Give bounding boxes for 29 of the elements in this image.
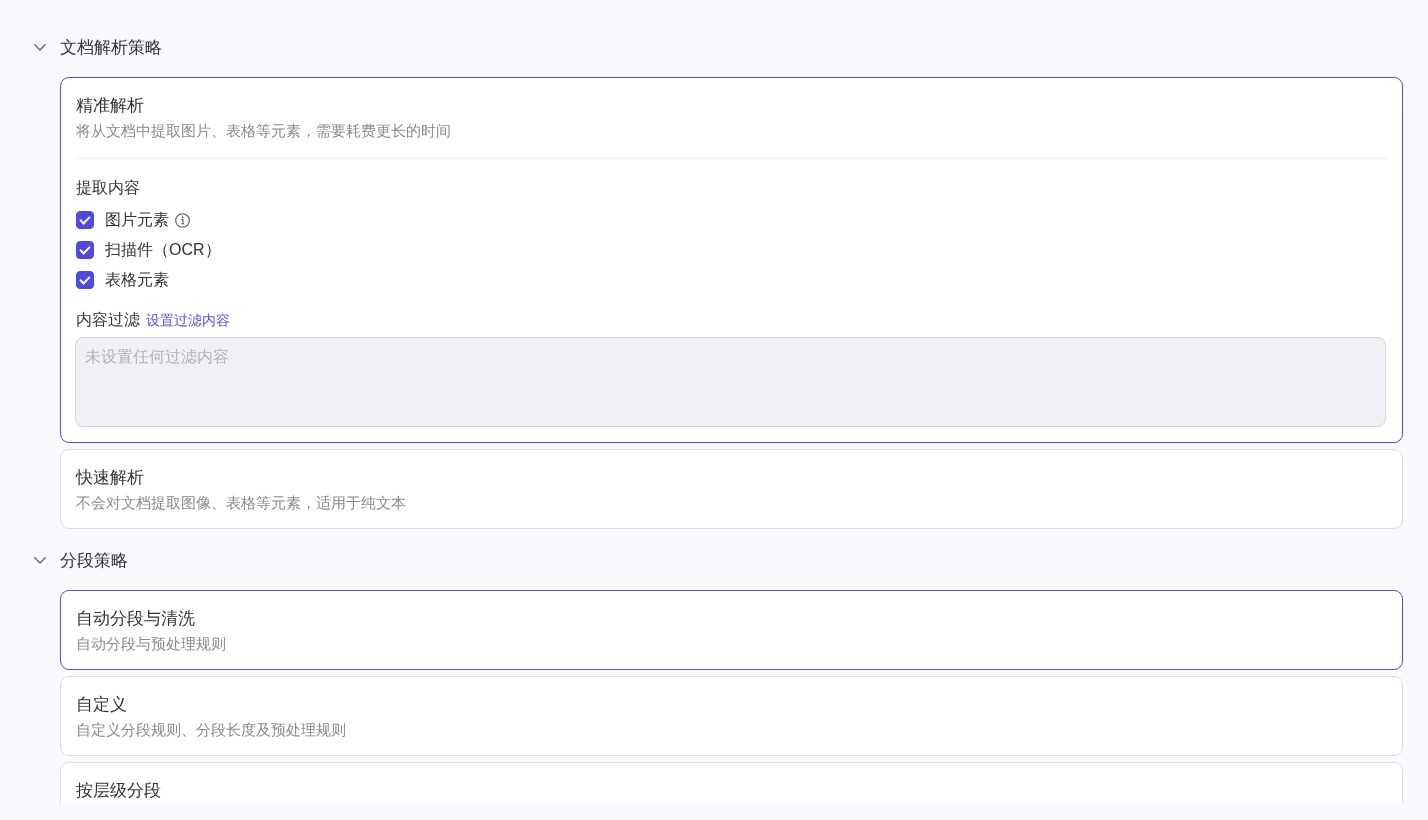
option-title: 精准解析 [76, 95, 145, 116]
checkbox-label: 图片元素 [105, 210, 169, 230]
section-title: 文档解析策略 [60, 37, 162, 58]
option-title: 快速解析 [76, 467, 145, 488]
checkbox[interactable] [76, 271, 94, 289]
option-card[interactable]: 自动分段与清洗 自动分段与预处理规则 [60, 590, 1403, 670]
option-card[interactable]: 自定义 自定义分段规则、分段长度及预处理规则 [60, 676, 1403, 756]
filter-settings-link[interactable]: 设置过滤内容 [146, 308, 230, 332]
option-card[interactable]: 精准解析 将从文档中提取图片、表格等元素，需要耗费更长的时间 提取内容 图片元素 扫描件（OCR） 表格元素 内容过滤 设置过滤内容 未设置任何过滤内容 [60, 77, 1403, 443]
option-description: 不会对文档提取图像、表格等元素，适用于纯文本 [76, 494, 407, 513]
option-card[interactable]: 按层级分段 [60, 762, 1403, 803]
checkbox[interactable] [76, 241, 94, 259]
option-card[interactable]: 快速解析 不会对文档提取图像、表格等元素，适用于纯文本 [60, 449, 1403, 529]
option-description: 将从文档中提取图片、表格等元素，需要耗费更长的时间 [76, 122, 452, 141]
option-title: 按层级分段 [76, 780, 162, 801]
checkbox-label: 扫描件（OCR） [105, 240, 221, 260]
checkbox-label: 表格元素 [105, 270, 169, 290]
checkbox[interactable] [76, 211, 94, 229]
option-description: 自定义分段规则、分段长度及预处理规则 [76, 721, 347, 740]
filter-label: 内容过滤 [76, 310, 140, 330]
option-title: 自动分段与清洗 [76, 608, 196, 629]
filter-input[interactable]: 未设置任何过滤内容 [75, 337, 1386, 427]
info-icon[interactable] [175, 212, 190, 228]
extract-heading: 提取内容 [76, 178, 141, 198]
option-title: 自定义 [76, 694, 128, 715]
section-title: 分段策略 [60, 550, 128, 571]
chevron-icon[interactable] [34, 557, 46, 564]
chevron-icon[interactable] [34, 44, 46, 51]
option-description: 自动分段与预处理规则 [76, 635, 227, 654]
